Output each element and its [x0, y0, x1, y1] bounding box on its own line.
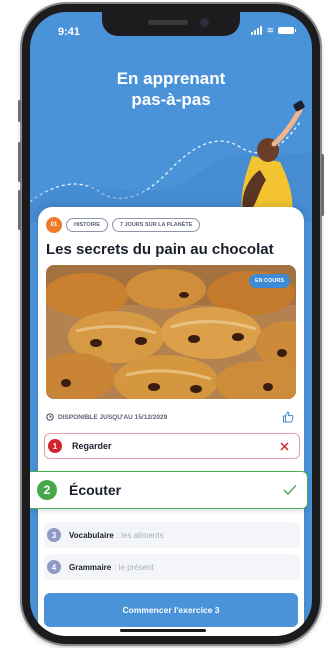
app-screen: 9:41 ≋ En apprenant pas-à-pas 01 HISTOIR…	[30, 12, 312, 636]
status-icons: ≋	[251, 25, 296, 35]
step-regarder[interactable]: 1 Regarder	[44, 433, 300, 459]
hero-title-line1: En apprenant	[116, 69, 226, 88]
step-number: 4	[47, 560, 61, 574]
power-button	[321, 154, 324, 216]
lesson-number-badge: 01	[46, 217, 62, 233]
step-label: Grammaire	[69, 562, 112, 572]
step-number: 1	[48, 439, 62, 453]
step-number: 3	[47, 528, 61, 542]
volume-up-button	[18, 142, 21, 182]
step-label: Regarder	[72, 441, 112, 451]
close-icon	[280, 442, 289, 450]
check-icon	[283, 485, 297, 496]
tag-category[interactable]: HISTOIRE	[66, 218, 108, 232]
volume-down-button	[18, 190, 21, 230]
step-label: Écouter	[69, 482, 122, 498]
status-time: 9:41	[58, 26, 81, 38]
phone-frame: 9:41 ≋ En apprenant pas-à-pas 01 HISTOIR…	[18, 4, 324, 644]
step-subtitle: : les aliments	[116, 530, 164, 540]
signal-icon	[251, 26, 263, 35]
availability-row: DISPONIBLE JUSQU'AU 15/12/2029	[46, 410, 294, 424]
clock-icon	[46, 413, 54, 421]
wifi-icon: ≋	[266, 25, 274, 35]
step-ecouter[interactable]: 2 Écouter	[30, 471, 308, 509]
mute-switch	[18, 100, 21, 122]
lesson-card: 01 HISTOIRE 7 JOURS SUR LA PLANÈTE Les s…	[30, 207, 308, 636]
hero-illustration	[30, 100, 312, 222]
thumbs-up-icon[interactable]	[282, 411, 294, 423]
step-number: 2	[37, 480, 57, 500]
notch	[102, 12, 240, 36]
step-vocabulaire[interactable]: 3 Vocabulaire : les aliments	[44, 522, 300, 548]
tag-program[interactable]: 7 JOURS SUR LA PLANÈTE	[111, 218, 201, 232]
step-grammaire[interactable]: 4 Grammaire : le présent	[44, 554, 300, 580]
speaker-grille	[148, 20, 188, 25]
battery-icon	[278, 27, 296, 34]
step-subtitle: : le présent	[114, 562, 154, 572]
status-badge: EN COURS	[248, 274, 290, 288]
front-camera	[200, 18, 209, 27]
availability-text: DISPONIBLE JUSQU'AU 15/12/2029	[58, 413, 168, 421]
lesson-tags: 01 HISTOIRE 7 JOURS SUR LA PLANÈTE	[46, 217, 201, 233]
lesson-photo: EN COURS	[46, 265, 296, 399]
step-label: Vocabulaire	[69, 530, 114, 540]
home-indicator[interactable]	[120, 629, 206, 632]
lesson-title: Les secrets du pain au chocolat	[46, 241, 274, 258]
start-exercise-button[interactable]: Commencer l'exercice 3	[44, 593, 298, 627]
